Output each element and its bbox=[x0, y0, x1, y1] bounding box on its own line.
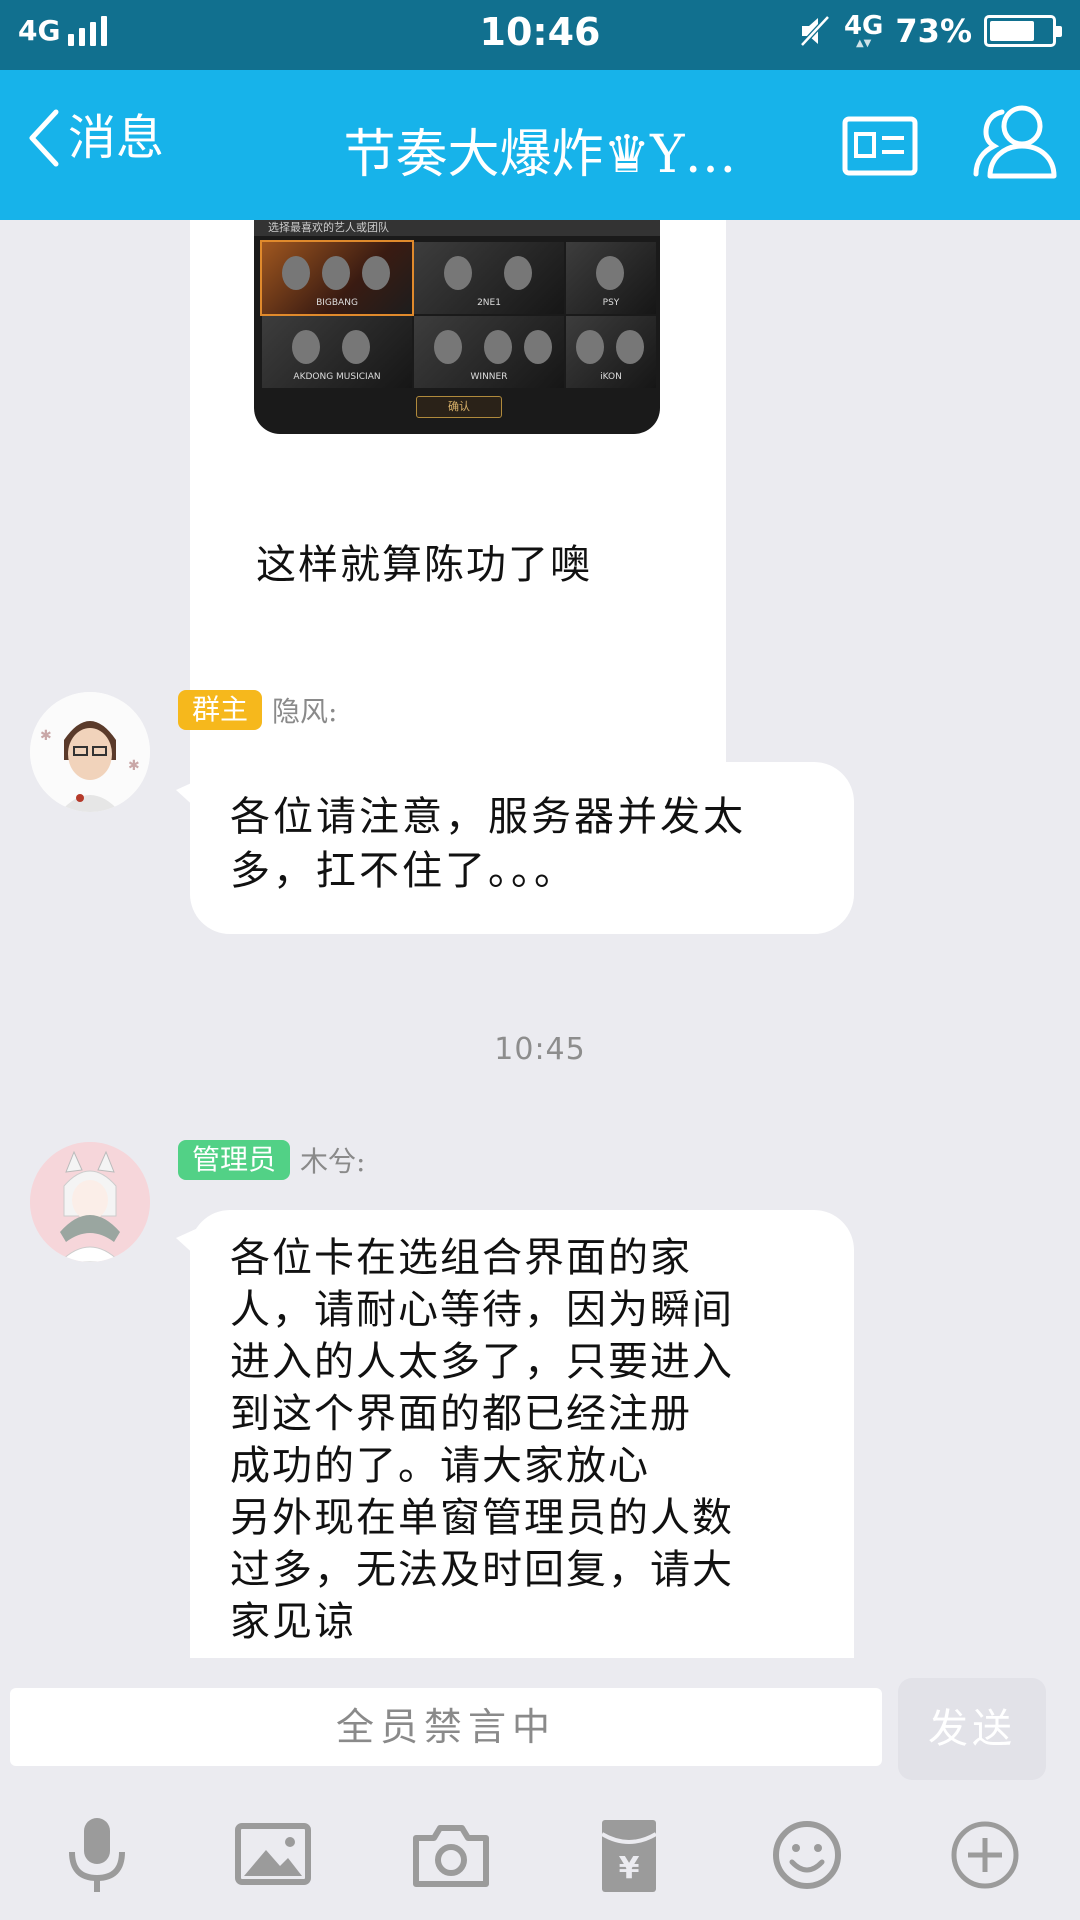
back-label: 消息 bbox=[68, 110, 165, 166]
nav-bar: 消息 节奏大爆炸♛Y… bbox=[0, 70, 1080, 220]
artist-tile-label: PSY bbox=[602, 298, 620, 308]
message-line: 另外现在单窗管理员的人数 bbox=[230, 1495, 734, 1541]
timestamp: 10:45 bbox=[494, 1032, 586, 1067]
network-type-2-label: 4G bbox=[843, 11, 884, 41]
message-bubble[interactable]: 各位卡在选组合界面的家 人，请耐心等待，因为瞬间 进入的人太多了，只要进入 到这… bbox=[176, 1210, 854, 1658]
avatar[interactable] bbox=[30, 1142, 150, 1262]
artist-tile: AKDONG MUSICIAN bbox=[262, 316, 412, 388]
red-packet-button[interactable]: ¥ bbox=[584, 1810, 674, 1900]
svg-text:✱: ✱ bbox=[128, 758, 140, 774]
camera-button[interactable] bbox=[406, 1810, 496, 1900]
artist-tile-label: WINNER bbox=[470, 372, 508, 382]
sender-name[interactable]: 木兮: bbox=[300, 1140, 365, 1180]
admin-badge: 管理员 bbox=[178, 1140, 291, 1180]
back-button[interactable]: 消息 bbox=[26, 108, 164, 168]
send-button[interactable]: 发送 bbox=[898, 1678, 1046, 1780]
group-card-icon[interactable] bbox=[842, 116, 918, 176]
message-line: 进入的人太多了，只要进入 bbox=[230, 1339, 734, 1385]
chat-title: 节奏大爆炸♛Y… bbox=[343, 125, 737, 185]
svg-text:¥: ¥ bbox=[619, 1851, 640, 1886]
message-line: 家见谅 bbox=[230, 1599, 356, 1645]
sender-row: 群主 隐风: bbox=[178, 690, 337, 730]
sender-row: 管理员 木兮: bbox=[178, 1140, 365, 1180]
artist-tile-label: 2NE1 bbox=[477, 298, 501, 308]
emoji-icon bbox=[773, 1821, 841, 1889]
message-line: 多，扛不住了。。。 bbox=[230, 848, 577, 894]
message-line: 成功的了。请大家放心 bbox=[230, 1443, 650, 1489]
muted-input-field[interactable]: 全员禁言中 bbox=[10, 1688, 882, 1766]
avatar-portrait-icon: ✱ ✱ bbox=[30, 692, 150, 812]
message-line: 各位卡在选组合界面的家 bbox=[230, 1235, 692, 1281]
artist-grid: BIGBANG 2NE1 PSY AKDONG MUSICIAN WINNER … bbox=[260, 240, 656, 388]
image-header-text: 选择最喜欢的艺人或团队 bbox=[254, 220, 660, 236]
artist-tile: WINNER bbox=[414, 316, 564, 388]
shared-image[interactable]: 选择最喜欢的艺人或团队 BIGBANG 2NE1 PSY AKDONG MUSI… bbox=[254, 220, 660, 434]
message-line: 到这个界面的都已经注册 bbox=[230, 1391, 692, 1437]
battery-fill bbox=[990, 21, 1034, 41]
message-line: 人，请耐心等待，因为瞬间 bbox=[230, 1287, 734, 1333]
plus-icon bbox=[951, 1821, 1019, 1889]
image-button[interactable] bbox=[228, 1810, 318, 1900]
message-line: 各位请注意，服务器并发太 bbox=[230, 794, 746, 840]
artist-tile: PSY bbox=[566, 242, 656, 314]
artist-tile-label: AKDONG MUSICIAN bbox=[293, 372, 381, 382]
voice-button[interactable] bbox=[52, 1810, 142, 1900]
image-caption: 这样就算陈功了噢 bbox=[256, 542, 592, 588]
camera-icon bbox=[413, 1825, 489, 1887]
svg-text:✱: ✱ bbox=[40, 728, 52, 744]
battery-icon bbox=[984, 15, 1062, 47]
sender-name[interactable]: 隐风: bbox=[272, 690, 337, 730]
artist-tile-label: iKON bbox=[600, 372, 622, 382]
bottom-toolbar: ¥ bbox=[0, 1792, 1080, 1920]
image-confirm-label: 确认 bbox=[416, 396, 502, 418]
chat-area[interactable]: 选择最喜欢的艺人或团队 BIGBANG 2NE1 PSY AKDONG MUSI… bbox=[0, 220, 1080, 1658]
owner-badge: 群主 bbox=[178, 690, 263, 730]
more-button[interactable] bbox=[940, 1810, 1030, 1900]
artist-tile: 2NE1 bbox=[414, 242, 564, 314]
artist-tile: BIGBANG bbox=[260, 240, 414, 316]
red-packet-icon: ¥ bbox=[600, 1820, 658, 1892]
chevron-left-icon bbox=[29, 109, 59, 167]
artist-tile: iKON bbox=[566, 316, 656, 388]
mute-icon bbox=[800, 15, 830, 47]
avatar-portrait-icon bbox=[30, 1142, 150, 1262]
group-members-icon[interactable] bbox=[972, 100, 1058, 184]
message-bubble[interactable]: 各位请注意，服务器并发太 多，扛不住了。。。 bbox=[176, 762, 854, 934]
network-type-2: 4G ▲▼ bbox=[843, 11, 884, 49]
battery-percent: 73% bbox=[895, 12, 972, 50]
artist-tile-label: BIGBANG bbox=[316, 298, 358, 308]
input-row: 全员禁言中 发送 bbox=[0, 1658, 1080, 1792]
image-message-bubble[interactable]: 选择最喜欢的艺人或团队 BIGBANG 2NE1 PSY AKDONG MUSI… bbox=[190, 220, 726, 844]
microphone-icon bbox=[69, 1818, 125, 1892]
avatar[interactable]: ✱ ✱ bbox=[30, 692, 150, 812]
status-bar: 4G 10:46 4G ▲▼ 73% bbox=[0, 0, 1080, 70]
emoji-button[interactable] bbox=[762, 1810, 852, 1900]
image-icon bbox=[235, 1823, 311, 1885]
message-line: 过多，无法及时回复，请大 bbox=[230, 1547, 734, 1593]
